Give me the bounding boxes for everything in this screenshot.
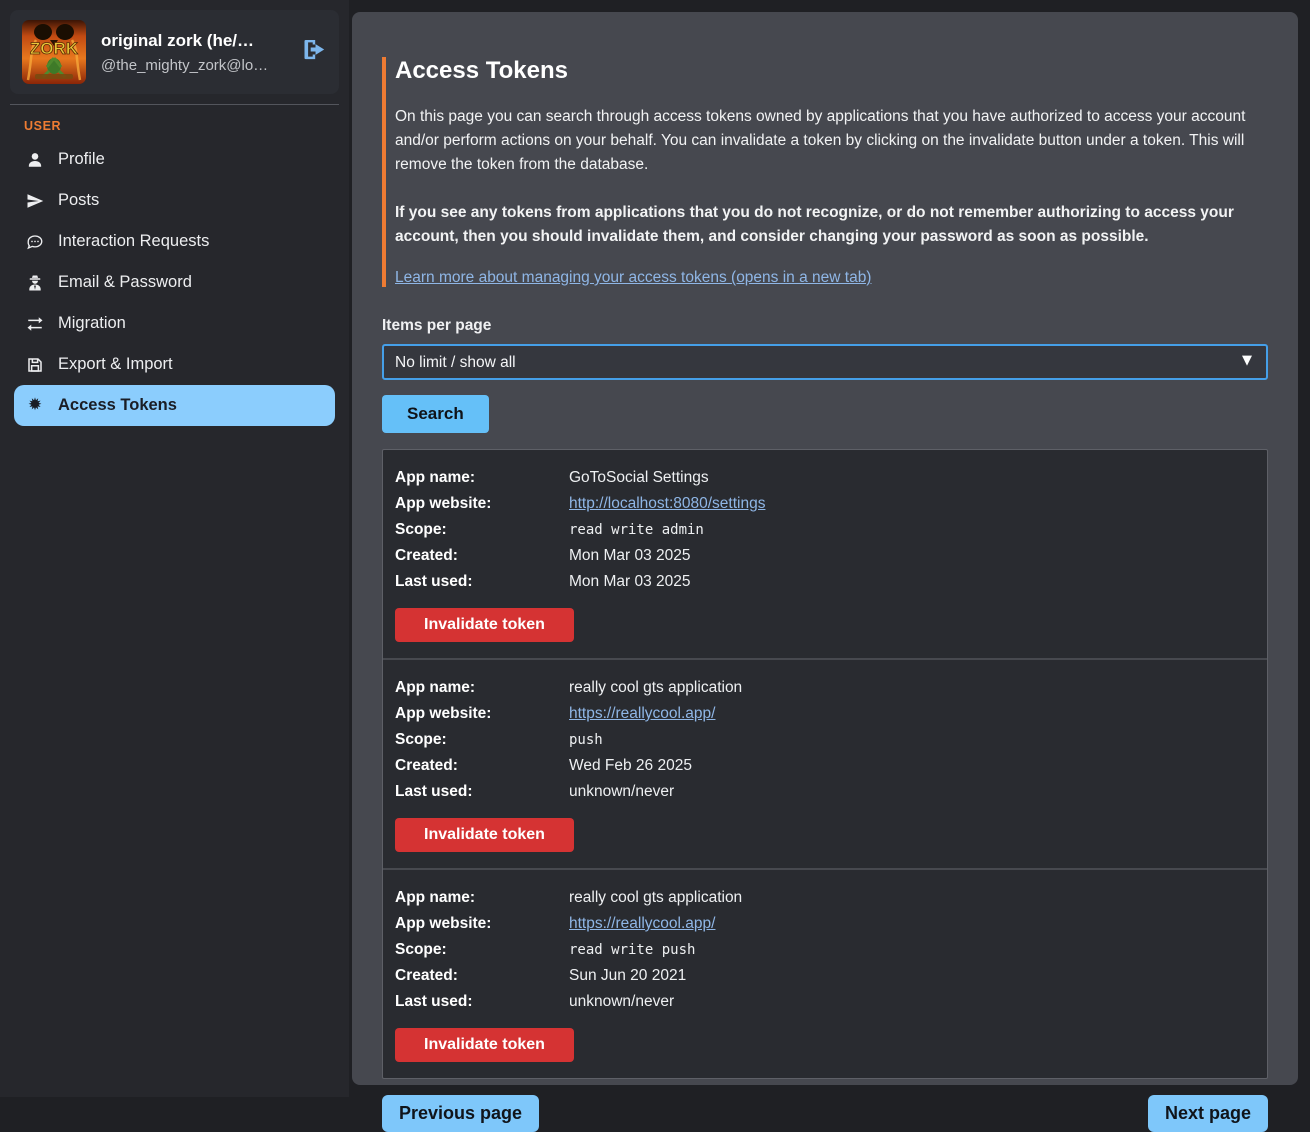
user-avatar: ZORK (22, 20, 86, 84)
app-website-link[interactable]: https://reallycool.app/ (569, 915, 715, 932)
token-row-last-used: Last used: unknown/never (395, 779, 1255, 805)
search-form: Items per page No limit / show all ▼ Sea… (382, 317, 1268, 433)
app-website-link[interactable]: http://localhost:8080/settings (569, 495, 765, 512)
token-list: App name: GoToSocial Settings App websit… (382, 449, 1268, 1079)
main-panel: Access Tokens On this page you can searc… (352, 12, 1298, 1085)
field-label: App website: (395, 701, 569, 727)
exchange-arrows-icon (25, 315, 45, 333)
sidebar-item-label: Interaction Requests (58, 232, 209, 251)
comment-dots-icon (25, 233, 45, 251)
sidebar-item-migration[interactable]: Migration (14, 303, 335, 344)
items-per-page-select[interactable]: No limit / show all (382, 344, 1268, 380)
sidebar-item-interaction-requests[interactable]: Interaction Requests (14, 221, 335, 262)
field-value: GoToSocial Settings (569, 465, 1255, 491)
field-value: really cool gts application (569, 885, 1255, 911)
field-label: Last used: (395, 569, 569, 595)
user-meta: original zork (he/… @the_mighty_zork@lo… (101, 31, 283, 74)
token-row-app-name: App name: GoToSocial Settings (395, 465, 1255, 491)
user-card[interactable]: ZORK original zork (he/… @the_mighty_zor… (10, 10, 339, 94)
token-row-scope: Scope: push (395, 727, 1255, 753)
user-handle: @the_mighty_zork@lo… (101, 57, 283, 74)
sidebar-item-access-tokens[interactable]: ✹ Access Tokens (14, 385, 335, 426)
paper-plane-icon (25, 192, 45, 210)
token-row-app-name: App name: really cool gts application (395, 675, 1255, 701)
token-row-app-website: App website: https://reallycool.app/ (395, 911, 1255, 937)
previous-page-button[interactable]: Previous page (382, 1095, 539, 1132)
field-value: Wed Feb 26 2025 (569, 753, 1255, 779)
token-row-created: Created: Sun Jun 20 2021 (395, 963, 1255, 989)
field-value: unknown/never (569, 779, 1255, 805)
field-value: Mon Mar 03 2025 (569, 569, 1255, 595)
sidebar-item-export-import[interactable]: Export & Import (14, 344, 335, 385)
token-entry: App name: really cool gts application Ap… (383, 868, 1267, 1078)
field-value: Sun Jun 20 2021 (569, 963, 1255, 989)
user-secret-icon (25, 274, 45, 292)
sidebar-nav: Profile Posts (0, 139, 349, 426)
items-per-page-label: Items per page (382, 317, 1268, 335)
pagination: Previous page Next page (382, 1095, 1268, 1132)
token-row-app-website: App website: https://reallycool.app/ (395, 701, 1255, 727)
field-value: read write push (569, 937, 1255, 963)
token-row-scope: Scope: read write push (395, 937, 1255, 963)
next-page-button[interactable]: Next page (1148, 1095, 1268, 1132)
sidebar-item-label: Migration (58, 314, 126, 333)
field-label: Last used: (395, 989, 569, 1015)
token-row-created: Created: Mon Mar 03 2025 (395, 543, 1255, 569)
intro-warning: If you see any tokens from applications … (395, 201, 1268, 249)
sidebar-item-label: Posts (58, 191, 99, 210)
token-row-created: Created: Wed Feb 26 2025 (395, 753, 1255, 779)
invalidate-token-button[interactable]: Invalidate token (395, 608, 574, 642)
token-entry: App name: GoToSocial Settings App websit… (383, 450, 1267, 658)
field-label: Created: (395, 543, 569, 569)
field-label: Scope: (395, 517, 569, 543)
field-label: Scope: (395, 937, 569, 963)
sidebar-item-profile[interactable]: Profile (14, 139, 335, 180)
page-intro: Access Tokens On this page you can searc… (382, 57, 1268, 287)
sidebar-divider (10, 104, 339, 105)
field-label: Last used: (395, 779, 569, 805)
token-row-last-used: Last used: Mon Mar 03 2025 (395, 569, 1255, 595)
sidebar: ZORK original zork (he/… @the_mighty_zor… (0, 0, 349, 1097)
field-value: really cool gts application (569, 675, 1255, 701)
field-value: Mon Mar 03 2025 (569, 543, 1255, 569)
field-value: push (569, 727, 1255, 753)
user-icon (25, 151, 45, 169)
sidebar-item-email-password[interactable]: Email & Password (14, 262, 335, 303)
sign-out-icon[interactable] (300, 36, 327, 68)
field-label: Scope: (395, 727, 569, 753)
token-row-scope: Scope: read write admin (395, 517, 1255, 543)
token-row-app-website: App website: http://localhost:8080/setti… (395, 491, 1255, 517)
field-label: App website: (395, 911, 569, 937)
certificate-icon: ✹ (25, 397, 45, 414)
field-label: App name: (395, 885, 569, 911)
field-value: unknown/never (569, 989, 1255, 1015)
field-label: App website: (395, 491, 569, 517)
floppy-disk-icon (25, 356, 45, 374)
user-display-name: original zork (he/… (101, 31, 283, 51)
app-website-link[interactable]: https://reallycool.app/ (569, 705, 715, 722)
field-label: App name: (395, 675, 569, 701)
learn-more-link[interactable]: Learn more about managing your access to… (395, 269, 871, 286)
field-label: Created: (395, 963, 569, 989)
sidebar-item-label: Profile (58, 150, 105, 169)
token-row-app-name: App name: really cool gts application (395, 885, 1255, 911)
sidebar-section-user: USER (24, 119, 349, 133)
sidebar-item-label: Access Tokens (58, 396, 177, 415)
sidebar-item-label: Email & Password (58, 273, 192, 292)
sidebar-item-posts[interactable]: Posts (14, 180, 335, 221)
invalidate-token-button[interactable]: Invalidate token (395, 818, 574, 852)
svg-text:ZORK: ZORK (30, 39, 79, 58)
token-entry: App name: really cool gts application Ap… (383, 658, 1267, 868)
intro-paragraph: On this page you can search through acce… (395, 105, 1268, 177)
items-per-page-select-wrap: No limit / show all ▼ (382, 344, 1268, 380)
token-row-last-used: Last used: unknown/never (395, 989, 1255, 1015)
sidebar-item-label: Export & Import (58, 355, 173, 374)
page-title: Access Tokens (395, 57, 1268, 85)
field-value: read write admin (569, 517, 1255, 543)
invalidate-token-button[interactable]: Invalidate token (395, 1028, 574, 1062)
field-label: Created: (395, 753, 569, 779)
search-button[interactable]: Search (382, 395, 489, 433)
app: ZORK original zork (he/… @the_mighty_zor… (0, 0, 1310, 1097)
field-label: App name: (395, 465, 569, 491)
